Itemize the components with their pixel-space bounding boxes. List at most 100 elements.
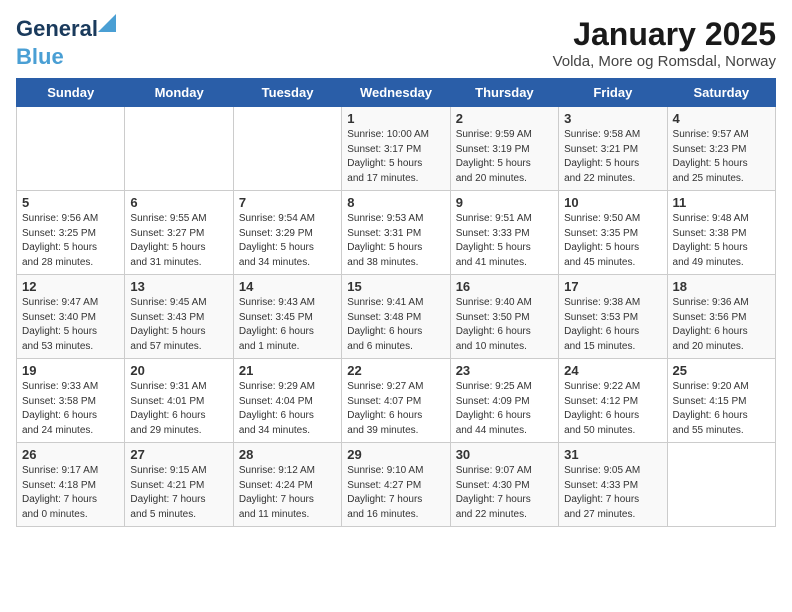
day-number: 31 (564, 447, 661, 462)
logo-general: General (16, 16, 98, 41)
weekday-header-cell: Tuesday (233, 79, 341, 107)
calendar-day-cell: 21 Sunrise: 9:29 AM Sunset: 4:04 PM Dayli… (233, 359, 341, 443)
day-info: Sunrise: 9:20 AM Sunset: 4:15 PM Dayligh… (673, 380, 770, 438)
calendar-day-cell: 23 Sunrise: 9:25 AM Sunset: 4:09 PM Dayli… (450, 359, 558, 443)
calendar-day-cell: 17 Sunrise: 9:38 AM Sunset: 3:53 PM Dayli… (559, 275, 667, 359)
day-info: Sunrise: 9:40 AM Sunset: 3:50 PM Dayligh… (456, 296, 553, 354)
calendar-day-cell: 2Sunrise: 9:59 AM Sunset: 3:19 PM Daylig… (450, 107, 558, 191)
day-info: Sunrise: 9:05 AM Sunset: 4:33 PM Dayligh… (564, 464, 661, 522)
day-number: 17 (564, 279, 661, 294)
day-number: 3 (564, 111, 661, 126)
day-number: 18 (673, 279, 770, 294)
day-number: 10 (564, 195, 661, 210)
calendar-week-row: 19Sunrise: 9:33 AM Sunset: 3:58 PM Dayli… (17, 359, 776, 443)
calendar-day-cell: 14Sunrise: 9:43 AM Sunset: 3:45 PM Dayli… (233, 275, 341, 359)
day-number: 23 (456, 363, 553, 378)
weekday-header-row: SundayMondayTuesdayWednesdayThursdayFrid… (17, 79, 776, 107)
page-header: General Blue January 2025 Volda, More og… (16, 16, 776, 70)
day-number: 13 (130, 279, 227, 294)
day-info: Sunrise: 9:45 AM Sunset: 3:43 PM Dayligh… (130, 296, 227, 354)
calendar-day-cell (233, 107, 341, 191)
day-number: 9 (456, 195, 553, 210)
calendar-day-cell: 19Sunrise: 9:33 AM Sunset: 3:58 PM Dayli… (17, 359, 125, 443)
logo-triangle-icon (98, 14, 116, 32)
calendar-week-row: 12 Sunrise: 9:47 AM Sunset: 3:40 PM Dayli… (17, 275, 776, 359)
day-number: 19 (22, 363, 119, 378)
day-number: 25 (673, 363, 770, 378)
day-info: Sunrise: 9:53 AM Sunset: 3:31 PM Dayligh… (347, 212, 444, 270)
calendar-day-cell: 7 Sunrise: 9:54 AM Sunset: 3:29 PM Daylig… (233, 191, 341, 275)
calendar-week-row: 5Sunrise: 9:56 AM Sunset: 3:25 PM Daylig… (17, 191, 776, 275)
calendar-day-cell: 11 Sunrise: 9:48 AM Sunset: 3:38 PM Dayli… (667, 191, 775, 275)
calendar-day-cell: 28Sunrise: 9:12 AM Sunset: 4:24 PM Dayli… (233, 443, 341, 527)
calendar-day-cell: 16Sunrise: 9:40 AM Sunset: 3:50 PM Dayli… (450, 275, 558, 359)
day-number: 27 (130, 447, 227, 462)
day-number: 7 (239, 195, 336, 210)
day-info: Sunrise: 9:54 AM Sunset: 3:29 PM Dayligh… (239, 212, 336, 270)
day-info: Sunrise: 9:47 AM Sunset: 3:40 PM Dayligh… (22, 296, 119, 354)
calendar-day-cell: 13 Sunrise: 9:45 AM Sunset: 3:43 PM Dayli… (125, 275, 233, 359)
weekday-header-cell: Sunday (17, 79, 125, 107)
weekday-header-cell: Friday (559, 79, 667, 107)
day-info: Sunrise: 9:10 AM Sunset: 4:27 PM Dayligh… (347, 464, 444, 522)
day-info: Sunrise: 9:36 AM Sunset: 3:56 PM Dayligh… (673, 296, 770, 354)
calendar-week-row: 1Sunrise: 10:00 AM Sunset: 3:17 PM Dayli… (17, 107, 776, 191)
weekday-header-cell: Wednesday (342, 79, 450, 107)
day-number: 21 (239, 363, 336, 378)
day-number: 4 (673, 111, 770, 126)
day-info: Sunrise: 9:58 AM Sunset: 3:21 PM Dayligh… (564, 128, 661, 186)
day-info: Sunrise: 9:41 AM Sunset: 3:48 PM Dayligh… (347, 296, 444, 354)
logo-blue: Blue (16, 44, 64, 69)
day-info: Sunrise: 9:43 AM Sunset: 3:45 PM Dayligh… (239, 296, 336, 354)
month-title: January 2025 (553, 16, 776, 53)
weekday-header-cell: Monday (125, 79, 233, 107)
day-info: Sunrise: 9:48 AM Sunset: 3:38 PM Dayligh… (673, 212, 770, 270)
calendar-day-cell: 26Sunrise: 9:17 AM Sunset: 4:18 PM Dayli… (17, 443, 125, 527)
day-info: Sunrise: 9:55 AM Sunset: 3:27 PM Dayligh… (130, 212, 227, 270)
day-info: Sunrise: 9:17 AM Sunset: 4:18 PM Dayligh… (22, 464, 119, 522)
calendar-body: 1Sunrise: 10:00 AM Sunset: 3:17 PM Dayli… (17, 107, 776, 527)
title-block: January 2025 Volda, More og Romsdal, Nor… (553, 16, 776, 70)
calendar-day-cell: 20Sunrise: 9:31 AM Sunset: 4:01 PM Dayli… (125, 359, 233, 443)
calendar-day-cell: 8Sunrise: 9:53 AM Sunset: 3:31 PM Daylig… (342, 191, 450, 275)
calendar-day-cell: 12 Sunrise: 9:47 AM Sunset: 3:40 PM Dayli… (17, 275, 125, 359)
day-info: Sunrise: 9:51 AM Sunset: 3:33 PM Dayligh… (456, 212, 553, 270)
day-number: 15 (347, 279, 444, 294)
calendar-table: SundayMondayTuesdayWednesdayThursdayFrid… (16, 78, 776, 527)
calendar-week-row: 26Sunrise: 9:17 AM Sunset: 4:18 PM Dayli… (17, 443, 776, 527)
day-info: Sunrise: 9:56 AM Sunset: 3:25 PM Dayligh… (22, 212, 119, 270)
day-info: Sunrise: 9:27 AM Sunset: 4:07 PM Dayligh… (347, 380, 444, 438)
calendar-day-cell: 4Sunrise: 9:57 AM Sunset: 3:23 PM Daylig… (667, 107, 775, 191)
calendar-day-cell: 27 Sunrise: 9:15 AM Sunset: 4:21 PM Dayli… (125, 443, 233, 527)
day-info: Sunrise: 9:25 AM Sunset: 4:09 PM Dayligh… (456, 380, 553, 438)
calendar-day-cell (17, 107, 125, 191)
calendar-day-cell (667, 443, 775, 527)
calendar-day-cell: 10 Sunrise: 9:50 AM Sunset: 3:35 PM Dayli… (559, 191, 667, 275)
calendar-day-cell: 15 Sunrise: 9:41 AM Sunset: 3:48 PM Dayli… (342, 275, 450, 359)
day-info: Sunrise: 9:07 AM Sunset: 4:30 PM Dayligh… (456, 464, 553, 522)
calendar-day-cell (125, 107, 233, 191)
day-number: 6 (130, 195, 227, 210)
calendar-day-cell: 25 Sunrise: 9:20 AM Sunset: 4:15 PM Dayli… (667, 359, 775, 443)
weekday-header-cell: Thursday (450, 79, 558, 107)
day-number: 20 (130, 363, 227, 378)
day-number: 24 (564, 363, 661, 378)
calendar-day-cell: 29Sunrise: 9:10 AM Sunset: 4:27 PM Dayli… (342, 443, 450, 527)
calendar-day-cell: 9 Sunrise: 9:51 AM Sunset: 3:33 PM Daylig… (450, 191, 558, 275)
weekday-header-cell: Saturday (667, 79, 775, 107)
calendar-day-cell: 3 Sunrise: 9:58 AM Sunset: 3:21 PM Daylig… (559, 107, 667, 191)
day-number: 30 (456, 447, 553, 462)
day-number: 11 (673, 195, 770, 210)
calendar-day-cell: 18 Sunrise: 9:36 AM Sunset: 3:56 PM Dayli… (667, 275, 775, 359)
calendar-day-cell: 31 Sunrise: 9:05 AM Sunset: 4:33 PM Dayli… (559, 443, 667, 527)
day-info: Sunrise: 9:38 AM Sunset: 3:53 PM Dayligh… (564, 296, 661, 354)
day-number: 22 (347, 363, 444, 378)
day-info: Sunrise: 9:50 AM Sunset: 3:35 PM Dayligh… (564, 212, 661, 270)
calendar-day-cell: 24Sunrise: 9:22 AM Sunset: 4:12 PM Dayli… (559, 359, 667, 443)
day-number: 28 (239, 447, 336, 462)
day-number: 12 (22, 279, 119, 294)
day-info: Sunrise: 9:15 AM Sunset: 4:21 PM Dayligh… (130, 464, 227, 522)
day-info: Sunrise: 10:00 AM Sunset: 3:17 PM Daylig… (347, 128, 444, 186)
day-info: Sunrise: 9:59 AM Sunset: 3:19 PM Dayligh… (456, 128, 553, 186)
day-info: Sunrise: 9:29 AM Sunset: 4:04 PM Dayligh… (239, 380, 336, 438)
